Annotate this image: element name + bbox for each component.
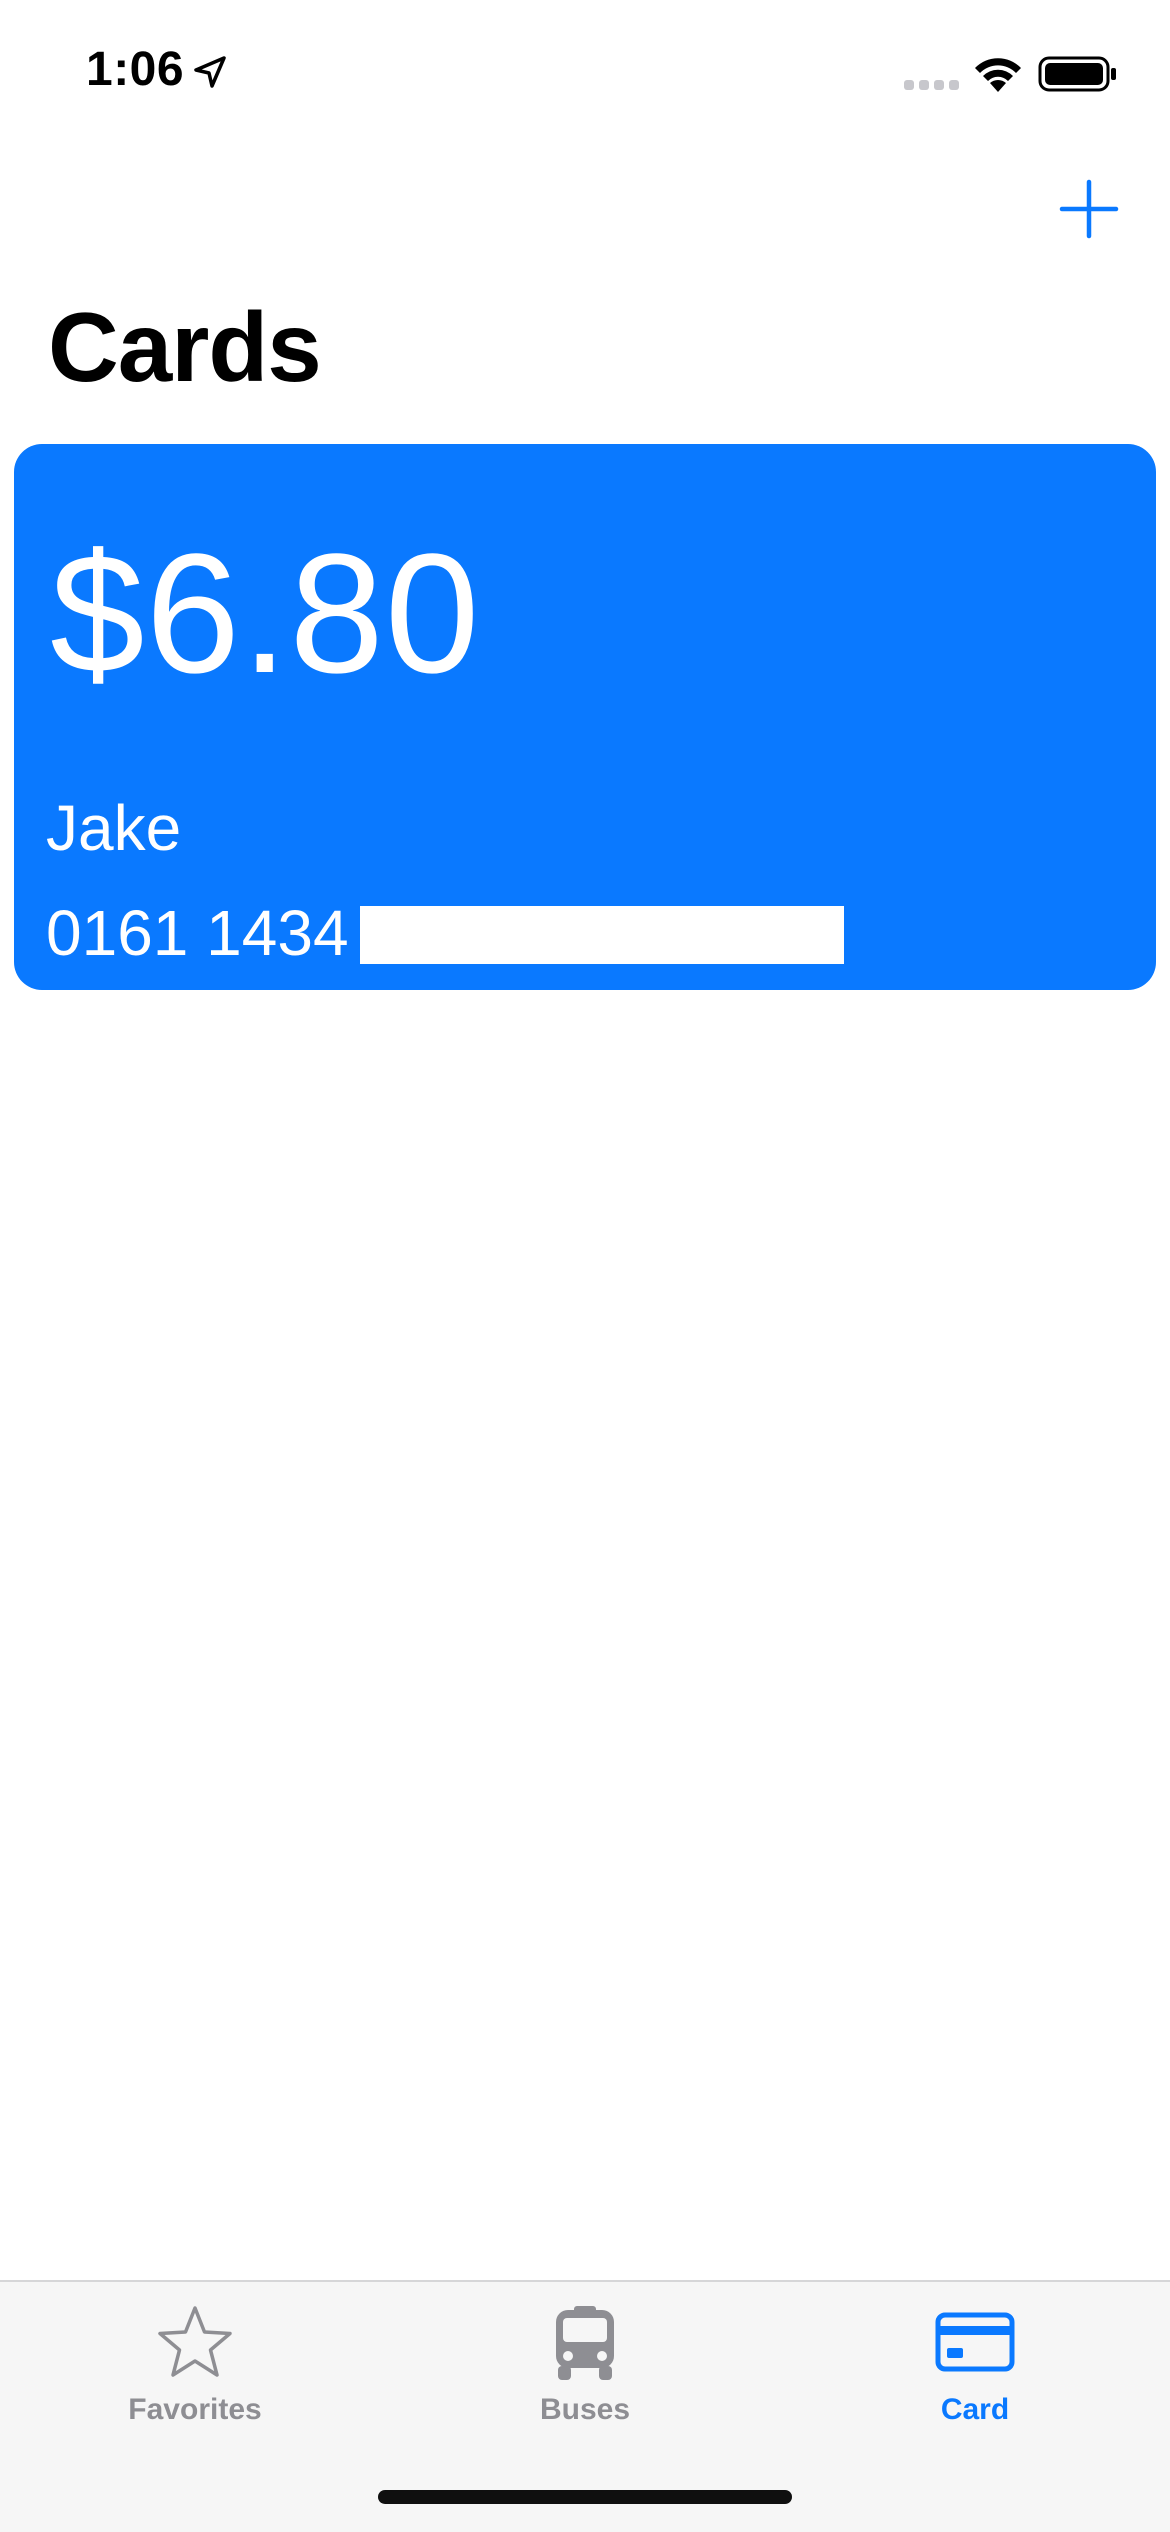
- tab-card[interactable]: Card: [780, 2282, 1170, 2452]
- status-time: 1:06: [86, 43, 185, 96]
- card-number-redaction: [360, 906, 844, 964]
- plus-icon: [1059, 179, 1119, 239]
- tab-buses-label: Buses: [539, 2393, 631, 2426]
- home-indicator[interactable]: [378, 2490, 792, 2504]
- cellular-signal-icon: [904, 80, 959, 90]
- card-balance: $6.80: [50, 519, 481, 709]
- page-title: Cards: [48, 292, 322, 402]
- tab-card-label: Card: [940, 2393, 1010, 2426]
- star-icon: [158, 2306, 232, 2377]
- credit-card-icon: [935, 2312, 1015, 2372]
- tab-buses[interactable]: Buses: [390, 2282, 780, 2452]
- wifi-icon: [975, 58, 1021, 92]
- status-bar: 1:06: [0, 0, 1170, 140]
- transit-card[interactable]: $6.80 Jake 0161 1434: [14, 444, 1156, 990]
- tab-bar: Favorites Buses Card: [0, 2280, 1170, 2532]
- add-card-button[interactable]: [1058, 178, 1120, 240]
- card-number: 0161 1434: [46, 897, 349, 969]
- battery-icon: [1038, 56, 1116, 92]
- location-arrow-icon: [194, 56, 226, 88]
- card-holder-name: Jake: [46, 792, 182, 864]
- bus-icon: [556, 2306, 614, 2380]
- tab-favorites-label: Favorites: [128, 2393, 262, 2426]
- tab-favorites[interactable]: Favorites: [0, 2282, 390, 2452]
